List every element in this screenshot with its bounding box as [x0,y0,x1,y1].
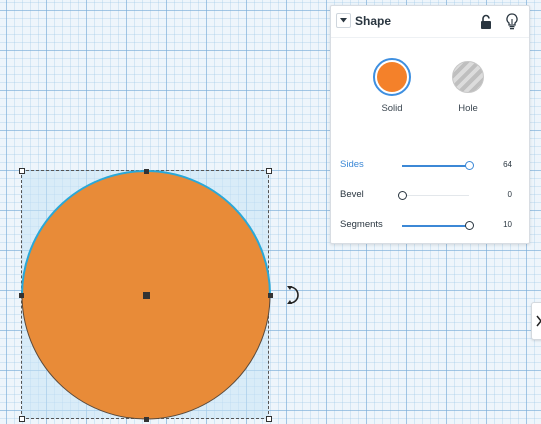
shape-center-handle[interactable] [143,292,150,299]
resize-handle-bottom-left[interactable] [19,416,25,422]
solid-label: Solid [381,103,403,114]
shape-inspector-panel: Shape Solid Hole Sides 64 Bevel 0 Segmen… [330,5,530,244]
param-row-sides: Sides 64 [331,156,529,176]
resize-handle-top-right[interactable] [266,168,272,174]
collapse-button[interactable] [336,13,351,28]
inspector-title: Shape [355,14,392,28]
resize-handle-right[interactable] [268,293,273,298]
panel-toggle-button[interactable] [531,302,541,340]
param-row-segments: Segments 10 [331,216,529,236]
resize-handle-bottom[interactable] [144,417,149,422]
chevron-right-icon [536,315,541,327]
sides-label: Sides [340,159,364,170]
segments-label: Segments [340,219,383,230]
bevel-value[interactable]: 0 [508,190,512,199]
solid-swatch [377,62,407,92]
resize-handle-top-left[interactable] [19,168,25,174]
bevel-label: Bevel [340,189,364,200]
hole-option[interactable]: Hole [438,58,498,118]
solid-selected-ring [373,58,411,96]
unlock-icon[interactable] [480,14,492,30]
segments-slider-track[interactable] [402,224,469,227]
sides-slider-track[interactable] [402,164,469,167]
rotate-icon[interactable] [285,284,301,306]
header-divider [331,37,529,38]
sides-value[interactable]: 64 [503,160,512,169]
resize-handle-top[interactable] [144,169,149,174]
sides-slider-fill [402,164,469,167]
solid-option[interactable]: Solid [362,58,422,118]
resize-handle-bottom-right[interactable] [266,416,272,422]
hole-ring [449,58,487,96]
segments-slider-fill [402,224,469,227]
bevel-slider-track[interactable] [402,195,469,196]
bevel-slider-thumb[interactable] [397,191,407,200]
inspector-header: Shape [331,6,529,36]
caret-down-icon [340,18,347,23]
sides-slider-thumb[interactable] [464,161,474,170]
hole-label: Hole [458,103,478,114]
segments-slider-thumb[interactable] [464,221,474,230]
lightbulb-icon[interactable] [506,13,518,30]
hole-swatch [452,61,484,93]
segments-value[interactable]: 10 [503,220,512,229]
param-row-bevel: Bevel 0 [331,186,529,206]
resize-handle-left[interactable] [19,293,24,298]
